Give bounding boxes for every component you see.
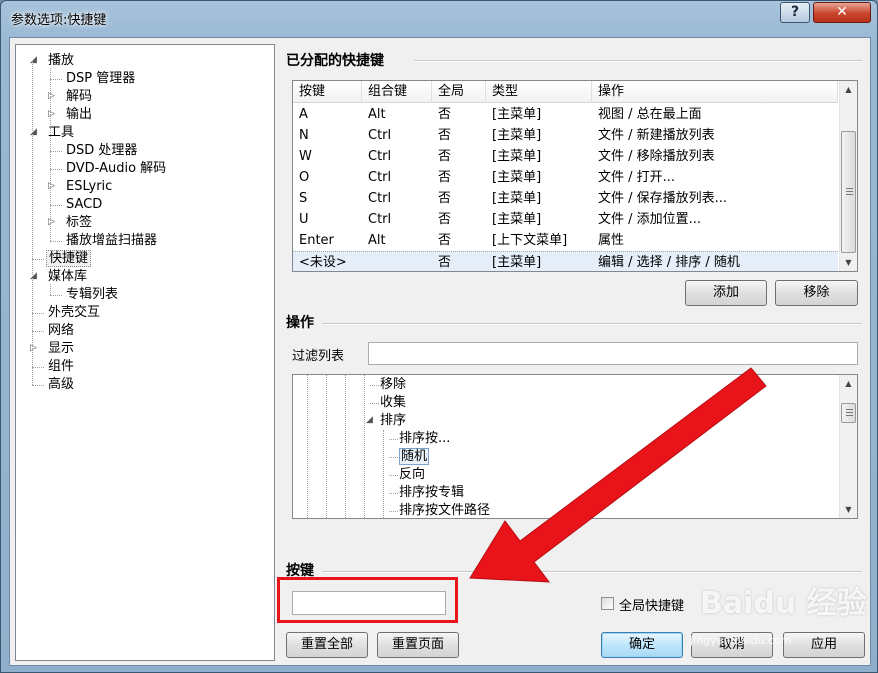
annotation-arrow-icon	[469, 367, 767, 583]
watermark-url: jingyan.baidu.com	[690, 634, 792, 647]
baidu-logo-watermark: Baidu 经验	[700, 586, 867, 621]
